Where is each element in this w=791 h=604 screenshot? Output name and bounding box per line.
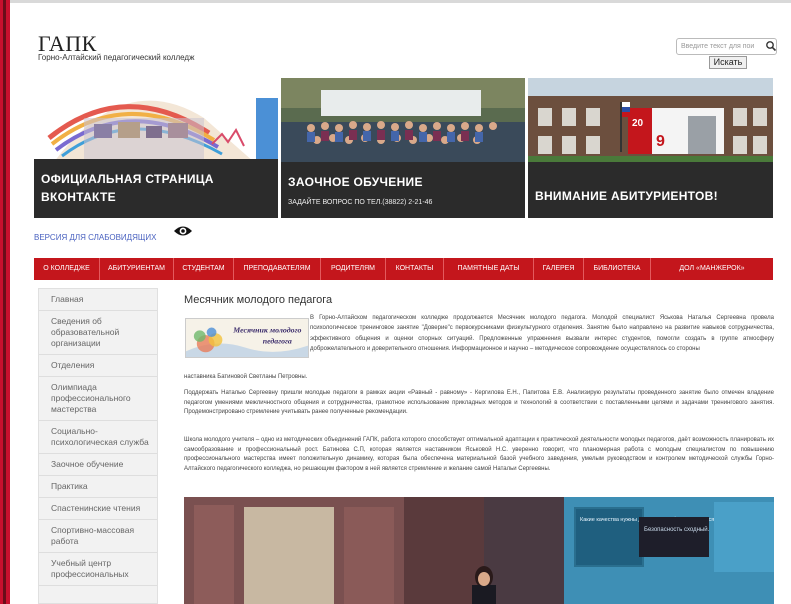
article-paragraph-2: Поддержать Наталью Сергеевну пришли моло… xyxy=(184,390,774,415)
sidebar-item-olympiad[interactable]: Олимпиада профессионального мастерства xyxy=(39,377,157,421)
banner-applicants-title[interactable]: ВНИМАНИЕ АБИТУРИЕНТОВ! xyxy=(535,187,718,205)
vision-impaired-link[interactable]: ВЕРСИЯ ДЛЯ СЛАБОВИДЯЩИХ xyxy=(34,233,156,242)
search-button[interactable]: Искать xyxy=(709,56,747,69)
nav-item-applicants[interactable]: АБИТУРИЕНТАМ xyxy=(100,258,174,280)
svg-text:20: 20 xyxy=(632,118,644,129)
board-text-2: Безопасность сходный. xyxy=(644,526,710,533)
nav-item-gallery[interactable]: ГАЛЕРЕЯ xyxy=(534,258,584,280)
thumbnail-text-1: Месячник молодого xyxy=(232,325,301,334)
top-frame-border xyxy=(10,0,791,3)
article-paragraph-1-end: наставника Батиновой Светланы Петровны. xyxy=(184,374,308,380)
search-input[interactable] xyxy=(676,38,777,55)
sidebar-item-sports[interactable]: Спортивно-массовая работа xyxy=(39,520,157,553)
article-title: Месячник молодого педагога xyxy=(184,294,333,306)
article-photo: Какие качества нужны для того, что бы по… xyxy=(184,497,774,604)
sidebar: Главная Сведения об образовательной орга… xyxy=(38,288,158,604)
sidebar-item-correspondence[interactable]: Заочное обучение xyxy=(39,454,157,476)
banner-applicants-image: 20 9 xyxy=(528,78,773,162)
banner-carousel: ОФИЦИАЛЬНАЯ СТРАНИЦА ВКОНТАКТЕ ЗАОЧНОЕ О… xyxy=(34,78,773,218)
nav-item-about[interactable]: О КОЛЛЕДЖЕ xyxy=(34,258,100,280)
main-nav: О КОЛЛЕДЖЕ АБИТУРИЕНТАМ СТУДЕНТАМ ПРЕПОД… xyxy=(34,258,773,280)
logo-subtitle: Горно-Алтайский педагогический колледж xyxy=(38,53,195,62)
banner-correspondence[interactable]: ЗАОЧНОЕ ОБУЧЕНИЕ ЗАДАЙТЕ ВОПРОС ПО ТЕЛ.(… xyxy=(281,78,525,218)
nav-item-manzherok[interactable]: ДОЛ «МАНЖЕРОК» xyxy=(651,258,773,280)
sidebar-item-departments[interactable]: Отделения xyxy=(39,355,157,377)
banner-correspondence-phone: ЗАДАЙТЕ ВОПРОС ПО ТЕЛ.(38822) 2-21-46 xyxy=(288,199,433,206)
banner-correspondence-caption: ЗАОЧНОЕ ОБУЧЕНИЕ ЗАДАЙТЕ ВОПРОС ПО ТЕЛ.(… xyxy=(281,162,525,218)
banner-applicants[interactable]: 20 9 ВНИМАНИЕ АБИТУРИЕНТОВ! xyxy=(528,78,773,218)
banner-vk-caption: ОФИЦИАЛЬНАЯ СТРАНИЦА ВКОНТАКТЕ xyxy=(34,159,278,218)
banner-vk[interactable]: ОФИЦИАЛЬНАЯ СТРАНИЦА ВКОНТАКТЕ xyxy=(34,78,278,218)
sidebar-item-org-info[interactable]: Сведения об образовательной организации xyxy=(39,311,157,355)
sidebar-item-psych-service[interactable]: Социально-психологическая служба xyxy=(39,421,157,454)
nav-item-contacts[interactable]: КОНТАКТЫ xyxy=(386,258,444,280)
thumbnail-text-2: педагога xyxy=(263,337,292,346)
sidebar-item-readings[interactable]: Спастенинские чтения xyxy=(39,498,157,520)
banner-applicants-caption: ВНИМАНИЕ АБИТУРИЕНТОВ! xyxy=(528,162,773,218)
nav-item-students[interactable]: СТУДЕНТАМ xyxy=(174,258,234,280)
sidebar-item-home[interactable]: Главная xyxy=(39,289,157,311)
article-paragraph-3: Школа молодого учителя – одно из методич… xyxy=(184,437,774,472)
nav-item-memorable-dates[interactable]: ПАМЯТНЫЕ ДАТЫ xyxy=(444,258,534,280)
left-frame-border xyxy=(0,0,10,604)
article-thumbnail: Месячник молодого педагога xyxy=(185,318,309,358)
svg-text:9: 9 xyxy=(656,133,665,150)
eye-icon[interactable] xyxy=(173,224,193,238)
nav-item-teachers[interactable]: ПРЕПОДАВАТЕЛЯМ xyxy=(234,258,321,280)
banner-vk-image xyxy=(34,78,278,162)
sidebar-item-training-center[interactable]: Учебный центр профессиональных xyxy=(39,553,157,586)
banner-vk-title[interactable]: ОФИЦИАЛЬНАЯ СТРАНИЦА ВКОНТАКТЕ xyxy=(41,170,271,206)
article-paragraph-1: В Горно-Алтайском педагогическом колледж… xyxy=(310,315,774,353)
banner-correspondence-image xyxy=(281,78,525,162)
banner-correspondence-title[interactable]: ЗАОЧНОЕ ОБУЧЕНИЕ xyxy=(288,173,423,191)
search-icon[interactable] xyxy=(765,39,777,53)
nav-item-library[interactable]: БИБЛИОТЕКА xyxy=(584,258,651,280)
nav-item-parents[interactable]: РОДИТЕЛЯМ xyxy=(321,258,386,280)
sidebar-item-practice[interactable]: Практика xyxy=(39,476,157,498)
